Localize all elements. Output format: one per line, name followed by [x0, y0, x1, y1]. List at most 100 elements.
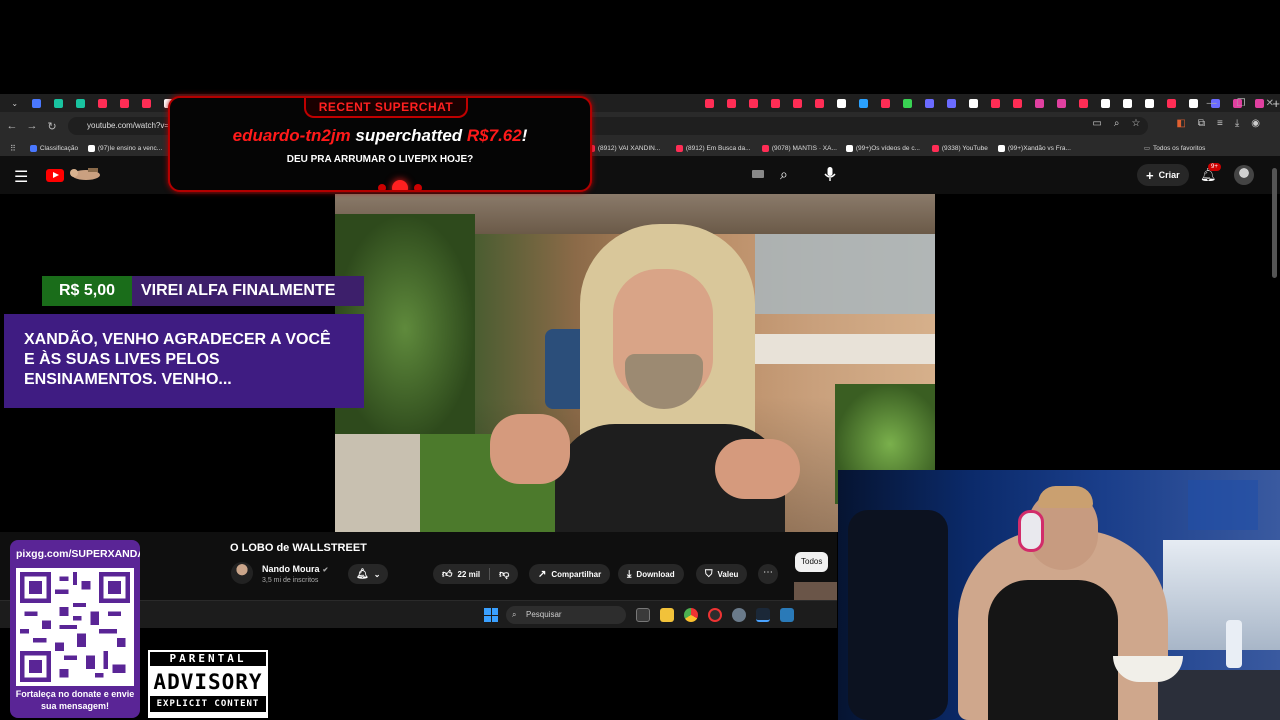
minimize-button[interactable]: —: [1207, 98, 1217, 109]
browser-tab[interactable]: [940, 95, 962, 111]
browser-tab[interactable]: [852, 95, 874, 111]
reload-button[interactable]: ↻: [42, 120, 62, 133]
browser-tab[interactable]: [918, 95, 940, 111]
browser-tab[interactable]: [91, 95, 113, 111]
extension-icon[interactable]: ◧: [1176, 118, 1185, 129]
bookmark-item[interactable]: (99+)Xandão vs Fra...: [997, 144, 1144, 152]
restore-button[interactable]: ❐: [1237, 98, 1246, 109]
taskbar-search[interactable]: ⌕ Pesquisar: [506, 606, 626, 624]
browser-tab[interactable]: [764, 95, 786, 111]
browser-tab[interactable]: [742, 95, 764, 111]
create-button[interactable]: + Criar: [1137, 164, 1189, 186]
user-avatar[interactable]: [1234, 165, 1254, 185]
obs-icon[interactable]: [708, 608, 722, 622]
hamburger-menu-icon[interactable]: ☰: [14, 167, 28, 187]
tab-favicon-icon: [1122, 98, 1132, 108]
webcam-gaming-chair: [848, 510, 948, 720]
browser-tab[interactable]: [962, 95, 984, 111]
apps-grid-icon[interactable]: ⠿: [10, 144, 16, 153]
subscribed-bell-button[interactable]: 🔔︎ ⌄: [348, 564, 389, 584]
chrome-icon[interactable]: [684, 608, 698, 622]
all-favorites-folder[interactable]: ▭ Todos os favoritos: [1144, 144, 1206, 153]
like-button[interactable]: 👍︎ 22 mil 👎︎: [433, 564, 519, 584]
tab-favicon-icon: [990, 98, 1000, 108]
browser-tab[interactable]: [1094, 95, 1116, 111]
channel-avatar[interactable]: [231, 562, 253, 584]
bookmark-item[interactable]: (99+)Os vídeos de c...: [845, 144, 932, 152]
browser-tab[interactable]: [984, 95, 1006, 111]
browser-tab[interactable]: [720, 95, 742, 111]
page-scrollbar[interactable]: [1272, 168, 1277, 278]
download-icon[interactable]: ⤓: [1235, 118, 1239, 129]
steam-icon[interactable]: [756, 608, 770, 622]
close-window-button[interactable]: ✕: [1266, 98, 1274, 109]
share-button[interactable]: ↗ Compartilhar: [529, 564, 611, 584]
browser-tab[interactable]: [47, 95, 69, 111]
bookmark-star-icon[interactable]: ☆: [1131, 118, 1140, 129]
file-explorer-icon[interactable]: [660, 608, 674, 622]
search-icon[interactable]: ⌕: [780, 166, 788, 183]
tab-favicon-icon: [75, 98, 85, 108]
forward-button[interactable]: →: [22, 120, 42, 132]
browser-tab[interactable]: [1006, 95, 1028, 111]
browser-tab[interactable]: [808, 95, 830, 111]
webcam-monitor: [1163, 540, 1280, 650]
bookmark-favicon-icon: [675, 144, 683, 152]
youtube-logo[interactable]: [46, 169, 64, 182]
tab-search-icon[interactable]: ≡: [1217, 118, 1223, 129]
chip-all[interactable]: Todos: [795, 552, 829, 572]
thanks-button[interactable]: ⛉ Valeu: [696, 564, 748, 584]
browser-tab[interactable]: [1050, 95, 1072, 111]
keyboard-icon[interactable]: [752, 170, 764, 178]
bookmark-item[interactable]: (8912) VAI XANDIN...: [587, 144, 676, 152]
profile-avatar-icon[interactable]: ◉: [1251, 118, 1260, 129]
superchat-amount: R$7.62: [466, 126, 522, 145]
windows-start-icon[interactable]: [484, 608, 498, 622]
browser-tab[interactable]: [786, 95, 808, 111]
cast-icon[interactable]: ▭: [1092, 118, 1101, 129]
bookmark-item[interactable]: (9338) YouTube: [931, 144, 998, 152]
create-label: Criar: [1158, 170, 1180, 180]
task-view-icon[interactable]: [636, 608, 650, 622]
indicator-dot: [414, 184, 422, 190]
url-text: youtube.com/watch?v=x: [87, 121, 174, 130]
browser-tab[interactable]: [874, 95, 896, 111]
all-favorites-label: Todos os favoritos: [1153, 144, 1206, 152]
download-button[interactable]: ⤓ Download: [618, 564, 684, 584]
video-person-hand-right: [715, 439, 800, 499]
bookmark-favicon-icon: [29, 144, 37, 152]
tab-favicon-icon: [31, 98, 41, 108]
browser-tab[interactable]: [896, 95, 918, 111]
app-icon[interactable]: [780, 608, 794, 622]
tab-list-button[interactable]: ⌄: [4, 95, 25, 111]
browser-tab[interactable]: [1182, 95, 1204, 111]
browser-tab[interactable]: [1116, 95, 1138, 111]
browser-tab[interactable]: [69, 95, 91, 111]
donation-amount: R$ 5,00: [42, 276, 132, 306]
browser-tab[interactable]: [25, 95, 47, 111]
bookmark-item[interactable]: (9078) MANTIS · XA...: [761, 144, 846, 152]
more-actions-button[interactable]: ⋯: [758, 564, 778, 584]
settings-gear-icon[interactable]: [732, 608, 746, 622]
tab-favicon-icon: [1034, 98, 1044, 108]
bookmark-favicon-icon: [761, 144, 769, 152]
browser-tab[interactable]: [1028, 95, 1050, 111]
back-button[interactable]: ←: [2, 120, 22, 132]
superchat-headline: eduardo-tn2jm superchatted R$7.62!: [170, 126, 590, 146]
tab-favicon-icon: [1012, 98, 1022, 108]
microphone-icon[interactable]: [820, 164, 840, 184]
bookmark-item[interactable]: (8912) Em Busca da...: [675, 144, 762, 152]
browser-tab[interactable]: [1072, 95, 1094, 111]
bookmark-favicon-icon: [931, 144, 939, 152]
zoom-icon[interactable]: ⌕: [1114, 118, 1120, 129]
browser-tab[interactable]: [135, 95, 157, 111]
video-scene-sofa: [335, 434, 420, 532]
browser-tab[interactable]: [830, 95, 852, 111]
browser-tab[interactable]: [1160, 95, 1182, 111]
browser-tab[interactable]: [698, 95, 720, 111]
browser-tab[interactable]: [1138, 95, 1160, 111]
bookmark-item[interactable]: Classificação: [29, 144, 88, 152]
extensions-puzzle-icon[interactable]: ⧉: [1198, 118, 1205, 129]
channel-name-row[interactable]: Nando Moura ✔: [262, 564, 328, 574]
browser-tab[interactable]: [113, 95, 135, 111]
